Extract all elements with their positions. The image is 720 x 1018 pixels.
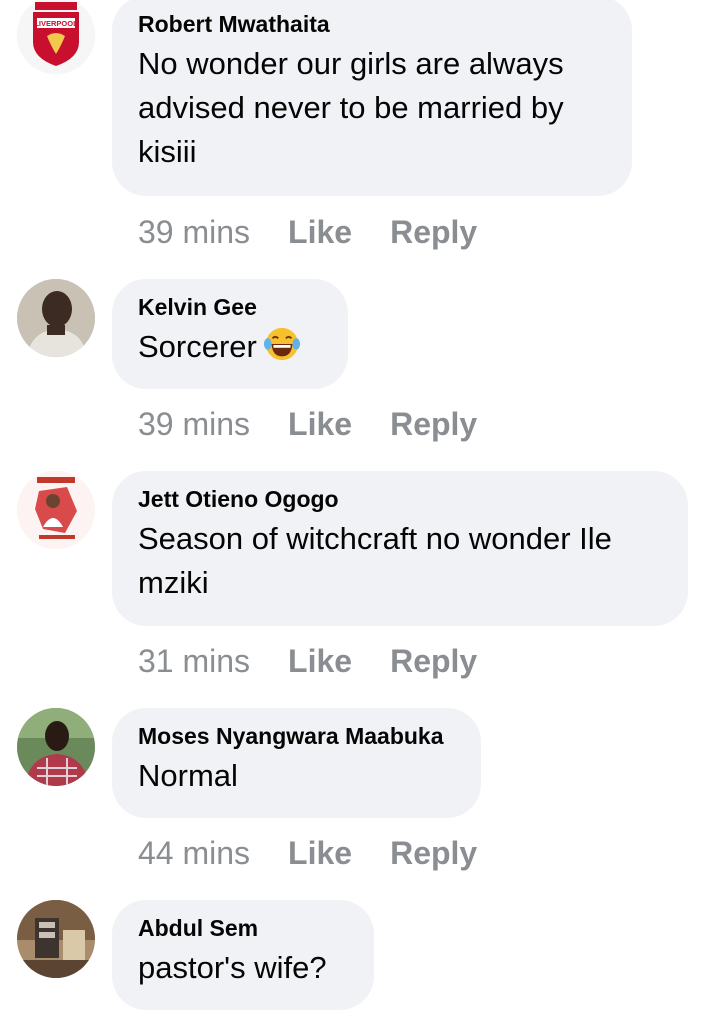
- comment-meta: 31 mins Like Reply: [138, 643, 477, 679]
- crest-text: LIVERPOOL: [34, 19, 78, 28]
- comment-bubble[interactable]: Robert Mwathaita No wonder our girls are…: [112, 0, 632, 196]
- person-photo-icon: [17, 279, 95, 357]
- person-photo-icon: [17, 708, 95, 786]
- like-button[interactable]: Like: [288, 643, 352, 679]
- comment-text: Normal: [138, 758, 238, 793]
- avatar[interactable]: LIVERPOOL: [17, 0, 95, 74]
- comment-time[interactable]: 39 mins: [138, 214, 250, 250]
- comment-author[interactable]: Moses Nyangwara Maabuka: [138, 722, 455, 750]
- comment-author[interactable]: Jett Otieno Ogogo: [138, 485, 662, 513]
- comment-bubble[interactable]: Jett Otieno Ogogo Season of witchcraft n…: [112, 471, 688, 626]
- like-button[interactable]: Like: [288, 214, 352, 250]
- avatar[interactable]: [17, 708, 95, 786]
- comment-meta: 39 mins Like Reply: [138, 214, 477, 250]
- laughing-tears-emoji-icon: [263, 327, 300, 361]
- comment-author[interactable]: Abdul Sem: [138, 914, 348, 942]
- liverpool-crest-icon: LIVERPOOL: [17, 0, 95, 74]
- avatar[interactable]: [17, 279, 95, 357]
- comment-time[interactable]: 44 mins: [138, 835, 250, 871]
- comment-bubble[interactable]: Kelvin Gee Sorcerer: [112, 279, 348, 389]
- comment-meta: 39 mins Like Reply: [138, 406, 477, 442]
- like-button[interactable]: Like: [288, 406, 352, 442]
- comment-bubble[interactable]: Moses Nyangwara Maabuka Normal: [112, 708, 481, 818]
- comment-author[interactable]: Robert Mwathaita: [138, 10, 606, 38]
- like-button[interactable]: Like: [288, 835, 352, 871]
- avatar[interactable]: [17, 471, 95, 549]
- reply-button[interactable]: Reply: [390, 643, 477, 679]
- comment-text: pastor's wife?: [138, 950, 327, 985]
- comment-text: Season of witchcraft no wonder Ile mziki: [138, 521, 612, 600]
- poster-icon: [17, 471, 95, 549]
- comment-time[interactable]: 31 mins: [138, 643, 250, 679]
- reply-button[interactable]: Reply: [390, 406, 477, 442]
- comment-text: No wonder our girls are always advised n…: [138, 46, 564, 169]
- reply-button[interactable]: Reply: [390, 835, 477, 871]
- comment-text-content: Sorcerer: [138, 329, 257, 364]
- room-photo-icon: [17, 900, 95, 978]
- comment-time[interactable]: 39 mins: [138, 406, 250, 442]
- comment-text: Sorcerer: [138, 325, 322, 369]
- reply-button[interactable]: Reply: [390, 214, 477, 250]
- avatar[interactable]: [17, 900, 95, 978]
- comment-author[interactable]: Kelvin Gee: [138, 293, 322, 321]
- comment-meta: 44 mins Like Reply: [138, 835, 477, 871]
- comment-bubble[interactable]: Abdul Sem pastor's wife?: [112, 900, 374, 1010]
